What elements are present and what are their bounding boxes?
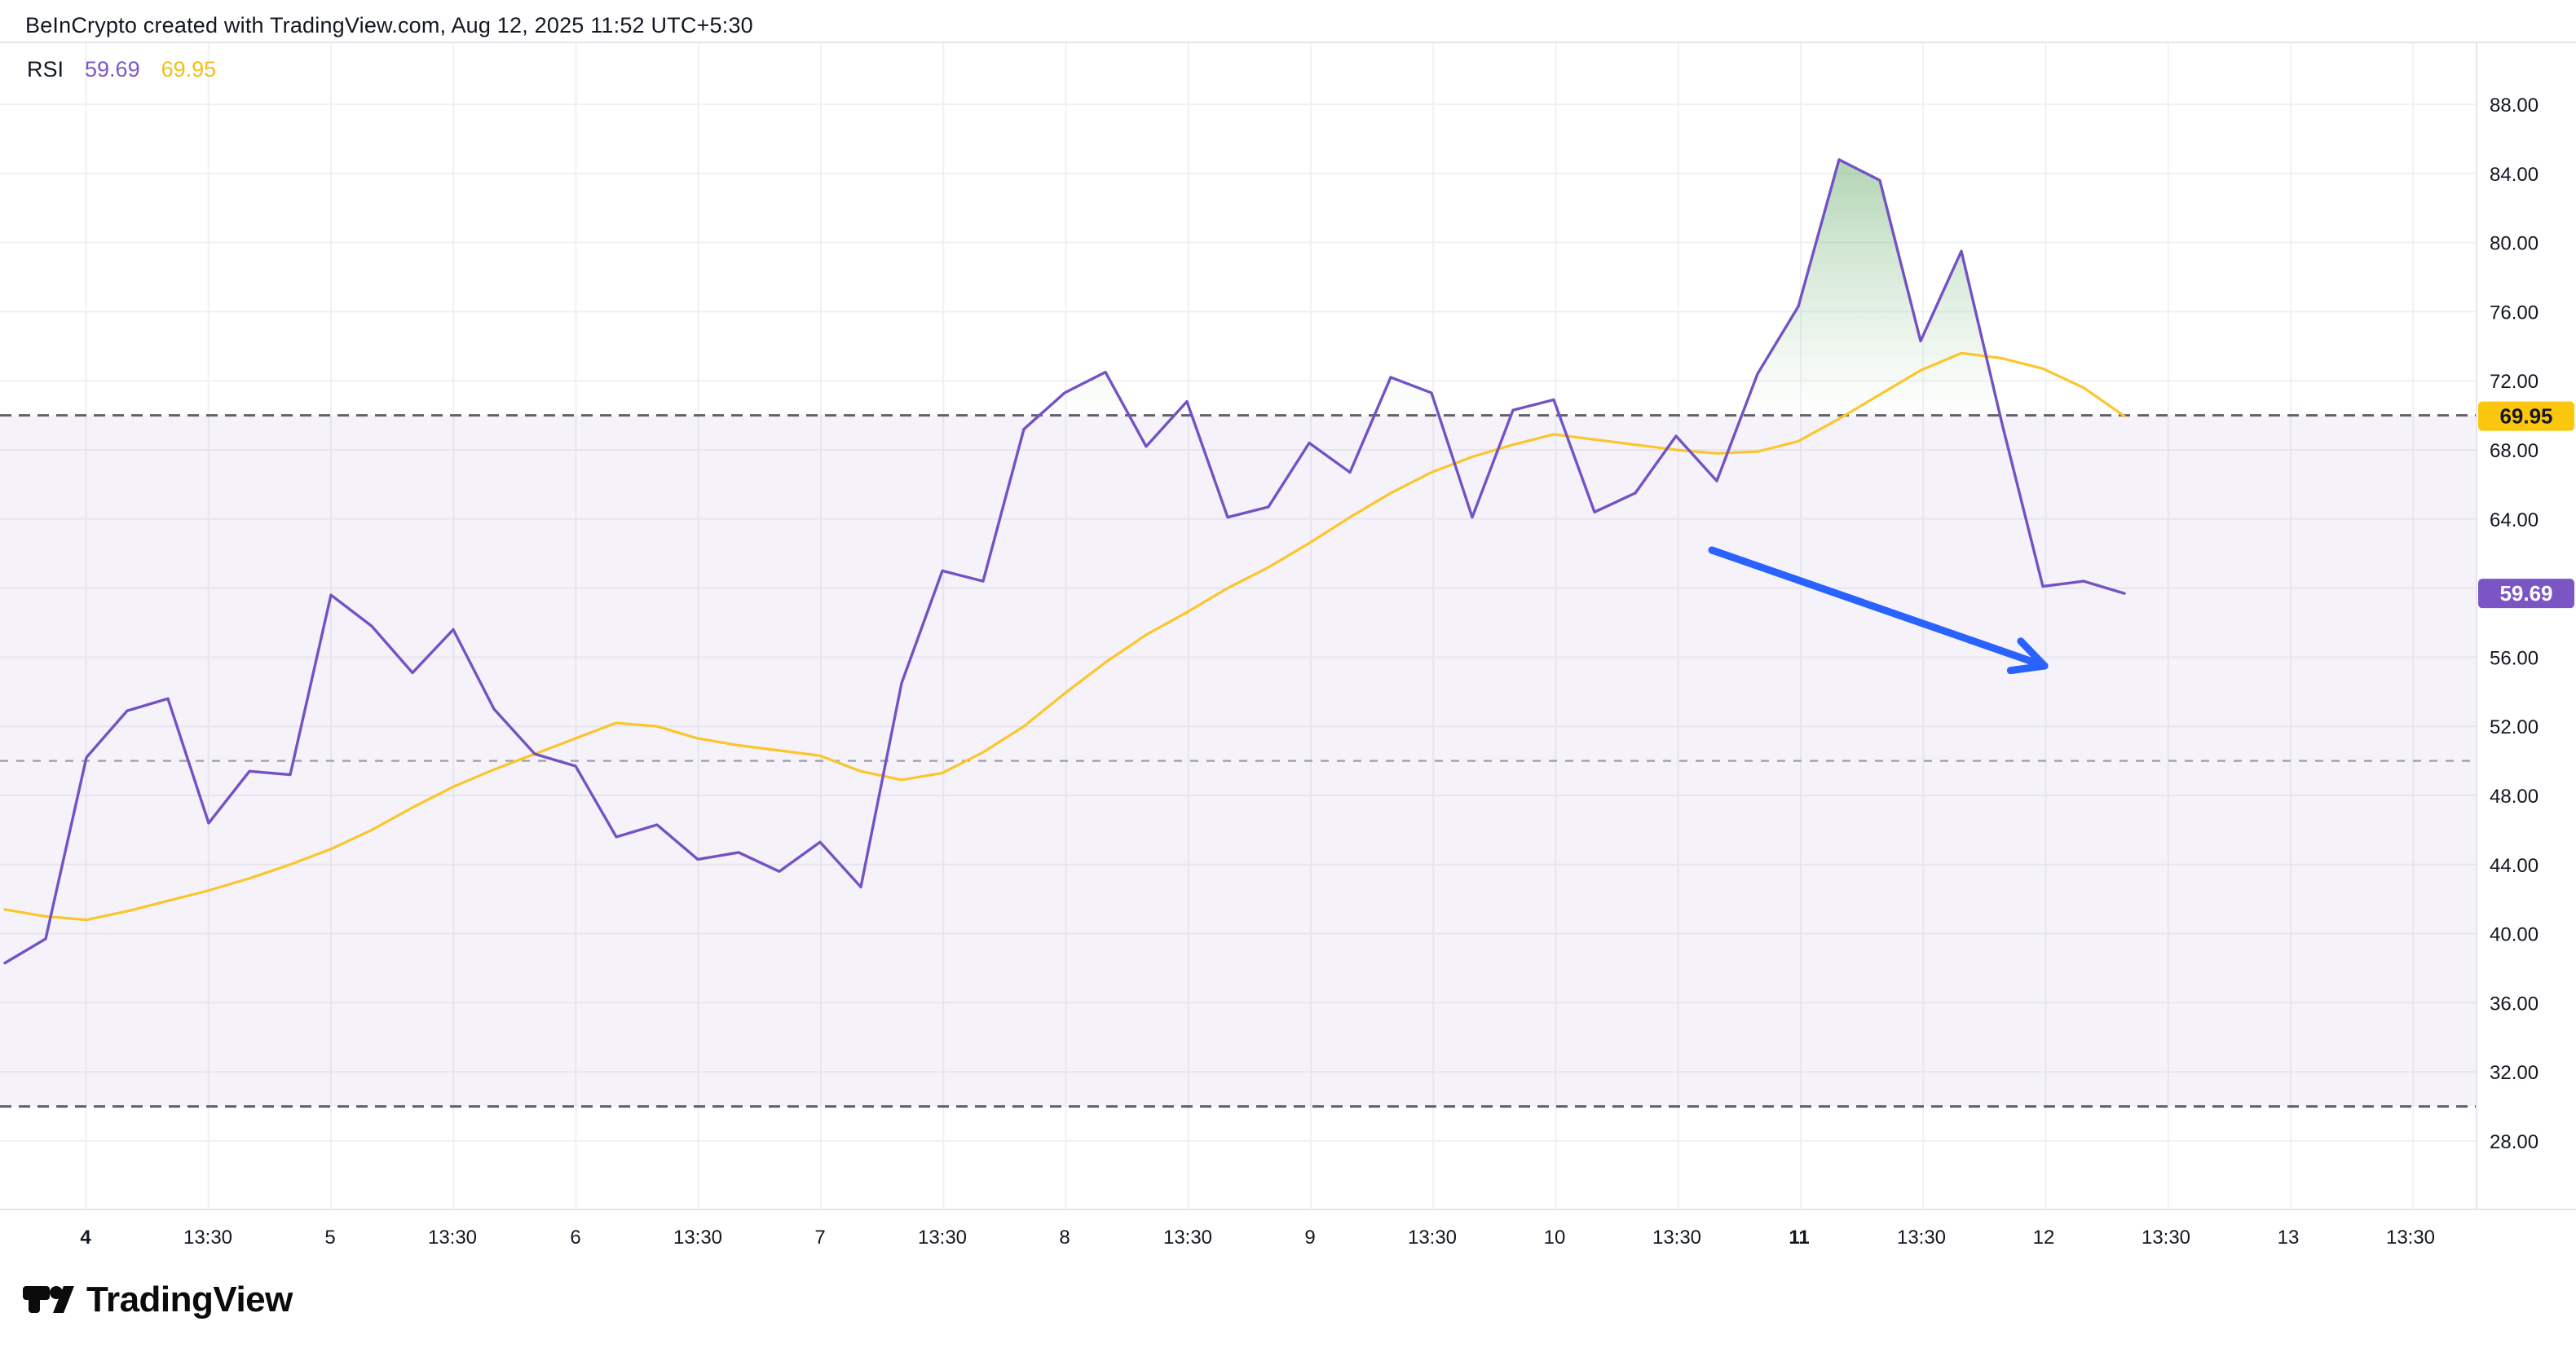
indicator-legend[interactable]: RSI 59.69 69.95 [27, 57, 216, 82]
rsi-chart-canvas[interactable]: 88.00 84.00 80.00 76.00 72.00 68.00 64.00 56.00… [0, 0, 2576, 1348]
x-axis-tick-label: 13:30 [673, 1227, 722, 1249]
rsi-current-value: 59.69 [85, 57, 140, 82]
trend-arrow-head [2010, 666, 2044, 671]
ma-current-value: 69.95 [161, 57, 217, 82]
chart-title: BeInCrypto created with TradingView.com,… [25, 13, 753, 38]
y-axis-tick-label: 36.00 [2490, 993, 2539, 1015]
x-axis-tick-label: 13:30 [918, 1227, 967, 1249]
tradingview-rsi-screenshot: 88.00 84.00 80.00 76.00 72.00 68.00 64.00 56.00… [0, 0, 2576, 1348]
y-axis-tick-label: 72.00 [2490, 371, 2539, 393]
tradingview-wordmark: TradingView [86, 1280, 293, 1320]
x-axis-tick-label: 5 [324, 1227, 335, 1249]
x-axis-tick-label: 9 [1304, 1227, 1315, 1249]
x-axis[interactable]: 4 13:30 5 13:30 6 13:30 7 13:30 8 13:30 9 13:30 10 13… [80, 1227, 2435, 1249]
y-axis-tick-label: 32.00 [2490, 1062, 2539, 1084]
ma-price-badge-value: 69.95 [2499, 404, 2552, 429]
y-axis-tick-label: 88.00 [2490, 95, 2539, 117]
y-axis-tick-label: 48.00 [2490, 786, 2539, 808]
y-axis-tick-label: 84.00 [2490, 164, 2539, 186]
y-axis-tick-label: 80.00 [2490, 233, 2539, 255]
x-axis-tick-label: 13:30 [1408, 1227, 1457, 1249]
x-axis-tick-label: 13:30 [1652, 1227, 1701, 1249]
rsi-price-badge-value: 59.69 [2499, 581, 2552, 606]
x-axis-tick-label: 13:30 [428, 1227, 477, 1249]
y-axis-tick-label: 76.00 [2490, 302, 2539, 324]
x-axis-tick-label: 13:30 [183, 1227, 232, 1249]
x-axis-tick-label: 13:30 [1897, 1227, 1946, 1249]
y-axis-tick-label: 28.00 [2490, 1131, 2539, 1153]
y-axis-tick-label: 52.00 [2490, 716, 2539, 738]
y-axis-tick-label: 44.00 [2490, 855, 2539, 877]
y-axis-tick-label: 68.00 [2490, 440, 2539, 462]
indicator-name: RSI [27, 57, 64, 82]
x-axis-tick-label: 13:30 [2386, 1227, 2435, 1249]
x-axis-tick-label: 13 [2278, 1227, 2300, 1249]
tradingview-branding[interactable]: TradingView [23, 1280, 293, 1320]
x-axis-tick-label: 6 [570, 1227, 580, 1249]
y-axis-tick-label: 64.00 [2490, 509, 2539, 531]
x-axis-tick-label: 10 [1544, 1227, 1566, 1249]
x-axis-tick-label: 11 [1789, 1227, 1809, 1249]
x-axis-tick-label: 7 [814, 1227, 825, 1249]
y-axis-tick-label: 56.00 [2490, 647, 2539, 669]
x-axis-tick-label: 13:30 [1163, 1227, 1212, 1249]
y-axis-tick-label: 40.00 [2490, 924, 2539, 946]
y-axis[interactable]: 88.00 84.00 80.00 76.00 72.00 68.00 64.00 56.00… [2478, 95, 2574, 1153]
rsi-price-badge: 59.69 [2478, 579, 2574, 608]
x-axis-tick-label: 13:30 [2142, 1227, 2190, 1249]
x-axis-tick-label: 12 [2033, 1227, 2055, 1249]
ma-price-badge: 69.95 [2478, 402, 2574, 431]
x-axis-tick-label: 8 [1059, 1227, 1070, 1249]
tradingview-logo-icon [23, 1286, 75, 1314]
x-axis-tick-label: 4 [80, 1227, 91, 1249]
